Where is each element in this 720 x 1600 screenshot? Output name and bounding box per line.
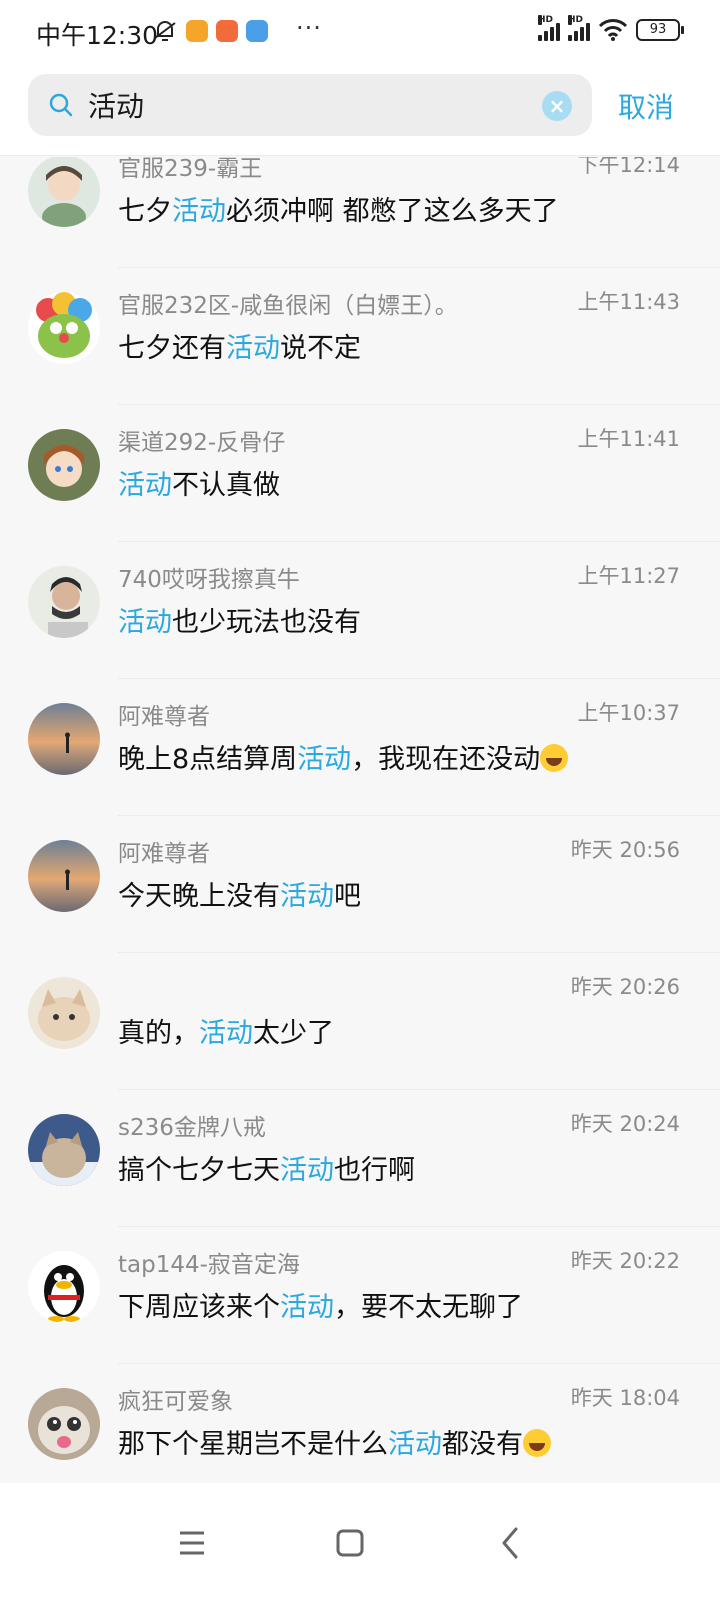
laughing-emoji-icon [540, 744, 569, 772]
keyword-highlight: 活动 [118, 470, 172, 501]
status-bar: 中午12:30 ··· HD HD 93 [0, 0, 720, 64]
message-time: 上午11:27 [577, 564, 680, 588]
message-time: 上午10:37 [577, 701, 680, 725]
message-text: 今天晚上没有活动吧 [118, 881, 361, 912]
keyword-highlight: 活动 [226, 333, 280, 364]
avatar [28, 1251, 100, 1323]
message-text: 真的，活动太少了 [118, 1018, 334, 1049]
list-item[interactable]: s236金牌八戒 昨天 20:24 搞个七夕七天活动也行啊 [0, 1090, 720, 1227]
sender-name: 阿难尊者 [118, 704, 210, 730]
keyword-highlight: 活动 [172, 196, 226, 227]
status-time: 中午12:30 [36, 21, 159, 50]
list-item[interactable]: 官服232区-咸鱼很闲（白嫖王）。 上午11:43 七夕还有活动说不定 [0, 268, 720, 405]
list-item[interactable]: 疯狂可爱象 昨天 18:04 那下个星期岂不是什么活动都没有 [0, 1364, 720, 1483]
list-item[interactable]: 740哎呀我擦真牛 上午11:27 活动也少玩法也没有 [0, 542, 720, 679]
wifi-icon [598, 19, 628, 41]
search-icon [49, 93, 73, 117]
app-notification-icon [186, 20, 208, 42]
keyword-highlight: 活动 [297, 744, 352, 775]
message-text: 那下个星期岂不是什么活动都没有 [118, 1422, 551, 1461]
app-notification-icon [246, 20, 268, 42]
sender-name: 官服232区-咸鱼很闲（白嫖王）。 [118, 293, 458, 319]
sender-name: tap144-寂音定海 [118, 1252, 300, 1278]
more-notifications-icon: ··· [296, 14, 322, 42]
avatar [28, 1388, 100, 1460]
message-time: 上午11:43 [577, 290, 680, 314]
system-navigation-bar [0, 1483, 720, 1600]
list-item[interactable]: 昨天 20:26 真的，活动太少了 [0, 953, 720, 1090]
sender-name: 疯狂可爱象 [118, 1389, 233, 1415]
keyword-highlight: 活动 [280, 1292, 334, 1323]
message-text: 活动不认真做 [118, 470, 280, 501]
avatar [28, 1114, 100, 1186]
message-text: 晚上8点结算周活动，我现在还没动 [118, 737, 569, 776]
status-notification-icons [152, 18, 268, 44]
sender-name: s236金牌八戒 [118, 1115, 266, 1141]
list-item[interactable]: 阿难尊者 昨天 20:56 今天晚上没有活动吧 [0, 816, 720, 953]
mute-bell-icon [154, 21, 176, 41]
battery-icon: 93 [636, 19, 684, 41]
message-text: 七夕活动必须冲啊 都憋了这么多天了 [118, 196, 559, 227]
list-item[interactable]: 官服239-霸王 下午12:14 七夕活动必须冲啊 都憋了这么多天了 [0, 157, 720, 268]
message-text: 七夕还有活动说不定 [118, 333, 361, 364]
message-text: 活动也少玩法也没有 [118, 607, 361, 638]
message-text: 搞个七夕七天活动也行啊 [118, 1155, 415, 1186]
list-item[interactable]: tap144-寂音定海 昨天 20:22 下周应该来个活动，要不太无聊了 [0, 1227, 720, 1364]
keyword-highlight: 活动 [118, 607, 172, 638]
laughing-emoji-icon [523, 1429, 551, 1457]
keyword-highlight: 活动 [388, 1429, 442, 1460]
back-icon[interactable] [480, 1513, 540, 1573]
keyword-highlight: 活动 [199, 1018, 253, 1049]
list-item[interactable]: 阿难尊者 上午10:37 晚上8点结算周活动，我现在还没动 [0, 679, 720, 816]
menu-icon[interactable] [162, 1513, 222, 1573]
search-input[interactable] [88, 87, 528, 123]
app-notification-icon [216, 20, 238, 42]
sender-name: 官服239-霸王 [118, 157, 263, 182]
avatar [28, 566, 100, 638]
list-item[interactable]: 渠道292-反骨仔 上午11:41 活动不认真做 [0, 405, 720, 542]
message-time: 昨天 20:24 [570, 1112, 680, 1136]
sender-name: 阿难尊者 [118, 841, 210, 867]
signal-icon: HD [568, 15, 590, 41]
message-time: 昨天 20:22 [570, 1249, 680, 1273]
cancel-button[interactable]: 取消 [618, 86, 674, 126]
avatar [28, 429, 100, 501]
avatar [28, 292, 100, 364]
status-system-icons: HD HD 93 [538, 15, 684, 42]
message-time: 上午11:41 [577, 427, 680, 451]
avatar [28, 157, 100, 227]
clear-search-button[interactable]: × [542, 91, 572, 121]
keyword-highlight: 活动 [280, 1155, 334, 1186]
signal-icon: HD [538, 15, 560, 41]
message-time: 下午12:14 [577, 157, 680, 177]
sender-name: 740哎呀我擦真牛 [118, 567, 300, 593]
message-text: 下周应该来个活动，要不太无聊了 [118, 1292, 523, 1323]
home-icon[interactable] [320, 1513, 380, 1573]
avatar [28, 977, 100, 1049]
sender-name: 渠道292-反骨仔 [118, 430, 286, 456]
message-time: 昨天 18:04 [570, 1386, 680, 1410]
keyword-highlight: 活动 [280, 881, 334, 912]
avatar [28, 840, 100, 912]
message-time: 昨天 20:26 [570, 975, 680, 999]
search-results-list[interactable]: 官服239-霸王 下午12:14 七夕活动必须冲啊 都憋了这么多天了 官服232… [0, 157, 720, 1483]
search-box[interactable]: × [28, 74, 592, 136]
avatar [28, 703, 100, 775]
search-header: × 取消 [0, 64, 720, 156]
message-time: 昨天 20:56 [570, 838, 680, 862]
